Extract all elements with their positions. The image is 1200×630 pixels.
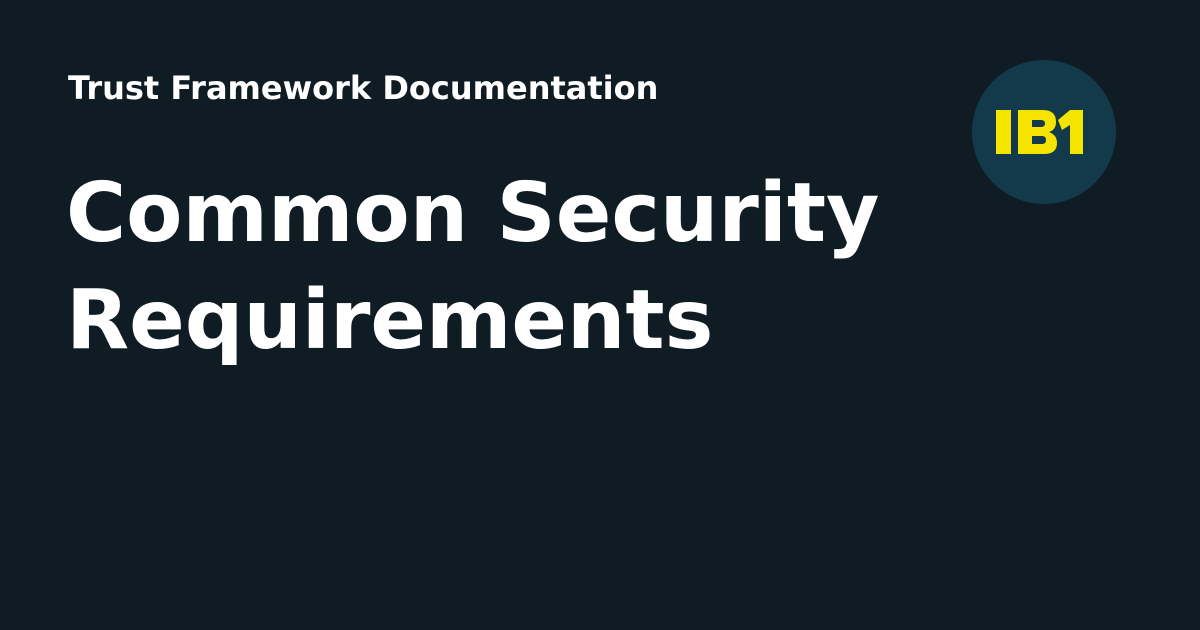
page-title-line-1: Common Security [66,166,880,261]
ib1-logo [972,60,1116,204]
eyebrow-text: Trust Framework Documentation [68,69,659,107]
page-title-line-2: Requirements [66,273,714,368]
social-card: Trust Framework Documentation Common Sec… [0,0,1200,630]
page-title: Common Security Requirements [66,160,946,374]
ib1-logo-mark [996,110,1083,154]
